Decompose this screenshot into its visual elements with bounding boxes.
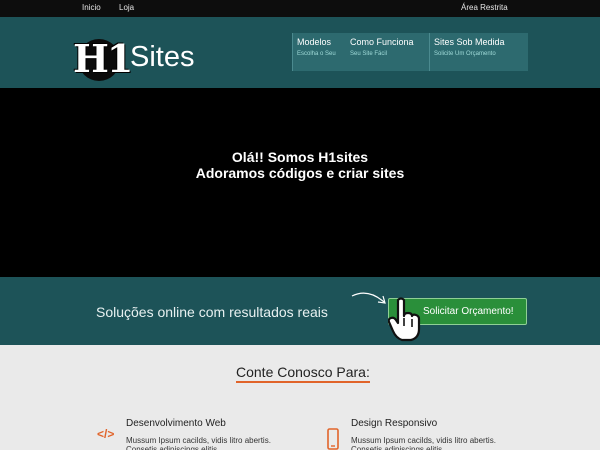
hero-heading-line1: Olá!! Somos H1sites [231, 149, 369, 165]
menu-item-sites-sob-medida[interactable]: Sites Sob Medida Solicite Um Orçamento [429, 33, 528, 71]
cta-text: Soluções online com resultados reais [96, 304, 328, 320]
pointing-hand-icon [388, 297, 421, 342]
menu-item-title: Sites Sob Medida [434, 37, 505, 47]
site-logo[interactable]: H1 Sites [73, 34, 203, 84]
menu-item-subtitle: Seu Site Fácil [350, 51, 388, 57]
service-title-web: Desenvolvimento Web [126, 418, 226, 429]
logo-mark: H1 [73, 36, 133, 81]
top-bar: Inicio Loja Área Restrita [0, 0, 600, 17]
menu-item-subtitle: Escolha o Seu [297, 51, 336, 57]
hero-heading-line2: Adoramos códigos e criar sites [195, 165, 405, 181]
services-heading: Conte Conosco Para: [236, 365, 370, 383]
code-icon: </> [97, 427, 115, 441]
nav-link-area-restrita[interactable]: Área Restrita [461, 3, 508, 12]
main-menu: Modelos Escolha o Seu Como Funciona Seu … [292, 33, 528, 71]
menu-item-como-funciona[interactable]: Como Funciona Seu Site Fácil [346, 33, 428, 71]
nav-link-loja[interactable]: Loja [119, 3, 134, 12]
service-text-responsive: Mussum Ipsum cacilds, vidis litro aberti… [351, 436, 496, 450]
nav-link-inicio[interactable]: Inicio [82, 3, 101, 12]
menu-item-title: Modelos [297, 37, 332, 47]
logo-text: Sites [130, 41, 195, 73]
menu-item-subtitle: Solicite Um Orçamento [434, 51, 496, 57]
mobile-icon [327, 428, 339, 450]
service-title-responsive: Design Responsivo [351, 418, 438, 429]
menu-item-modelos[interactable]: Modelos Escolha o Seu [292, 33, 350, 71]
services-section [0, 345, 600, 450]
hero-banner: Olá!! Somos H1sites Adoramos códigos e c… [0, 88, 600, 277]
service-text-web: Mussum Ipsum cacilds, vidis litro aberti… [126, 436, 271, 450]
menu-item-title: Como Funciona [350, 37, 414, 47]
curved-arrow-icon [351, 292, 386, 304]
